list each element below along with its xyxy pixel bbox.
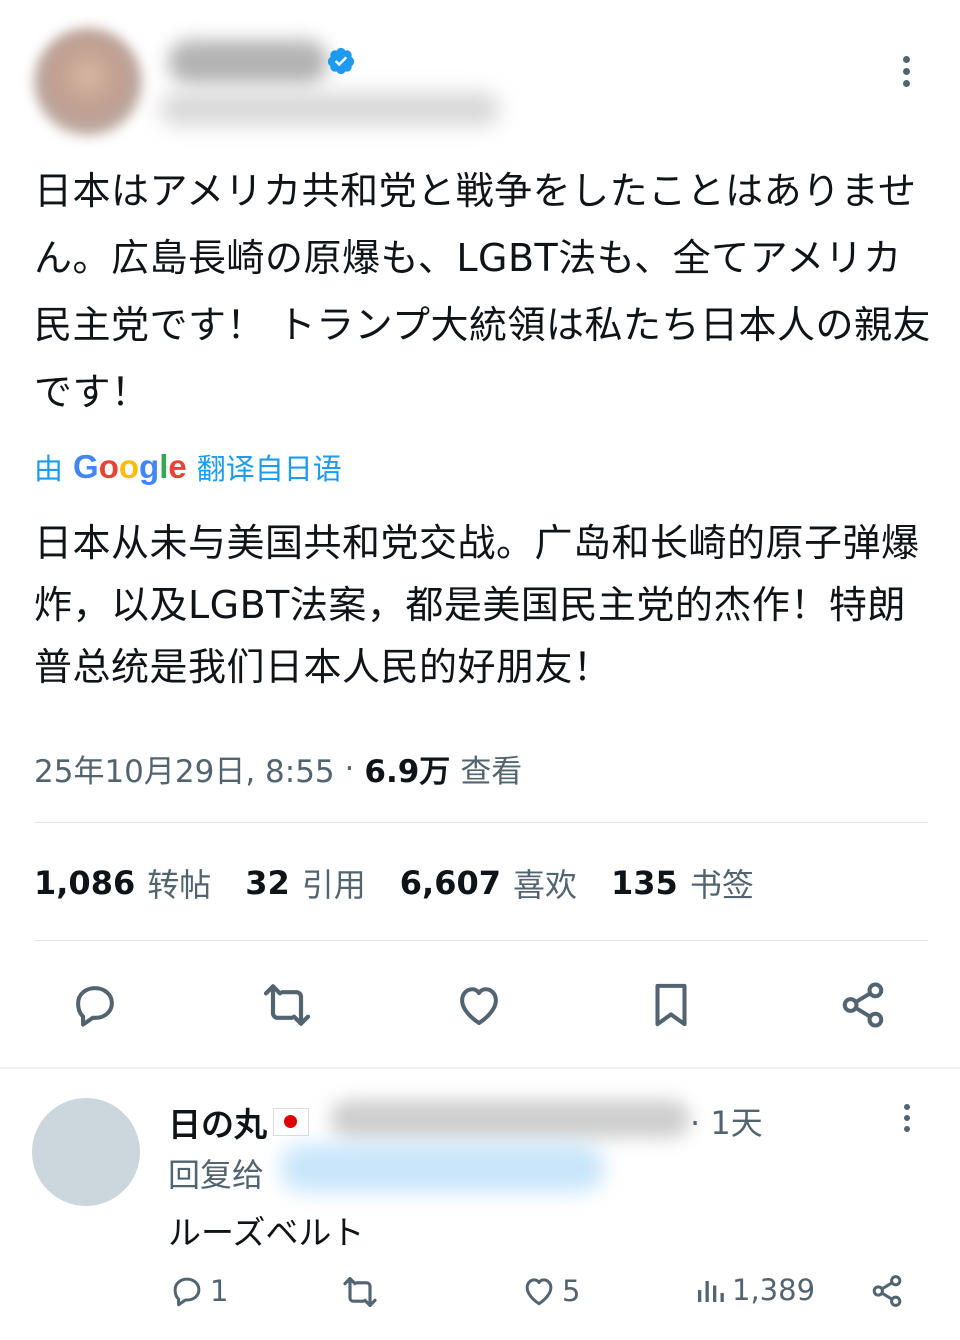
reply-reply-button[interactable]: 1: [168, 1272, 228, 1310]
reply-icon: [76, 986, 114, 1027]
divider: [34, 940, 928, 941]
heart-icon: [525, 1278, 553, 1306]
tweet-meta: 25年10月29日, 8:55 · 6.9万 查看: [34, 746, 522, 791]
reply-share-button[interactable]: [868, 1272, 910, 1310]
quotes-label[interactable]: 引用: [302, 860, 366, 906]
translated-text: 日本从未与美国共和党交战。广岛和长崎的原子弹爆炸，以及LGBT法案，都是美国民主…: [34, 521, 920, 689]
divider: [34, 822, 928, 823]
japan-flag-icon: [273, 1108, 309, 1136]
reply-to-label: 回复给: [168, 1156, 265, 1194]
reply-avatar[interactable]: [32, 1098, 140, 1206]
meta-separator: ·: [334, 750, 355, 787]
more-options-icon[interactable]: [890, 56, 922, 92]
reply-views-button[interactable]: 1,389: [692, 1272, 815, 1308]
verified-badge-icon: [327, 47, 355, 75]
tweet-action-bar: [60, 970, 930, 1040]
views-label: 查看: [460, 754, 523, 790]
reply-to-handle-redacted[interactable]: [280, 1144, 605, 1192]
repost-icon: [263, 984, 311, 1026]
bookmark-icon: [655, 983, 687, 1027]
section-divider: [0, 1067, 960, 1069]
reply-likes-count: 5: [562, 1274, 581, 1308]
tweet-text: 日本はアメリカ共和党と戦争をしたことはありません。広島長崎の原爆も、LGBT法も…: [34, 169, 931, 414]
share-icon: [872, 1275, 902, 1307]
repost-icon: [343, 1277, 377, 1307]
reply-author-name: 日の丸: [168, 1105, 267, 1144]
author-handle-redacted: [160, 92, 500, 126]
translated-by-prefix: 由: [34, 452, 64, 486]
reply-like-button[interactable]: 5: [520, 1272, 580, 1310]
reply-replies-count: 1: [210, 1274, 229, 1308]
bookmark-button[interactable]: [636, 970, 706, 1040]
author-name-redacted[interactable]: [168, 40, 328, 84]
reply-button[interactable]: [60, 970, 130, 1040]
reply-time[interactable]: · 1天: [690, 1098, 763, 1144]
reply-text: ルーズベルト: [168, 1213, 365, 1252]
quotes-count[interactable]: 32: [245, 864, 290, 902]
bookmarks-count[interactable]: 135: [611, 864, 678, 902]
reply-repost-button[interactable]: [340, 1272, 384, 1312]
translated-from-label: 翻译自日语: [196, 452, 342, 486]
like-button[interactable]: [444, 970, 514, 1040]
views-count: 6.9万: [364, 754, 451, 790]
reposts-label[interactable]: 转帖: [147, 860, 211, 906]
repost-button[interactable]: [252, 970, 322, 1040]
author-avatar[interactable]: [34, 28, 142, 136]
google-logo: Google: [73, 448, 187, 485]
reposts-count[interactable]: 1,086: [34, 864, 135, 902]
share-button[interactable]: [828, 970, 898, 1040]
share-icon: [842, 982, 884, 1028]
likes-count[interactable]: 6,607: [400, 864, 501, 902]
reply-handle-redacted: [330, 1100, 690, 1138]
reply-author[interactable]: 日の丸: [168, 1098, 309, 1146]
bookmarks-label[interactable]: 书签: [690, 860, 754, 906]
reply-more-options-icon[interactable]: [892, 1104, 922, 1138]
reply-icon: [173, 1277, 201, 1307]
views-chart-icon: [698, 1281, 724, 1302]
reply-action-bar: 1 5 1,389: [168, 1272, 928, 1322]
heart-icon: [460, 987, 498, 1026]
engagement-stats: 1,086 转帖 32 引用 6,607 喜欢 135 书签: [34, 860, 788, 906]
likes-label[interactable]: 喜欢: [513, 860, 577, 906]
reply-views-count: 1,389: [732, 1273, 816, 1307]
translation-attribution[interactable]: 由 Google 翻译自日语: [34, 446, 342, 488]
tweet-timestamp[interactable]: 25年10月29日, 8:55: [34, 746, 335, 791]
